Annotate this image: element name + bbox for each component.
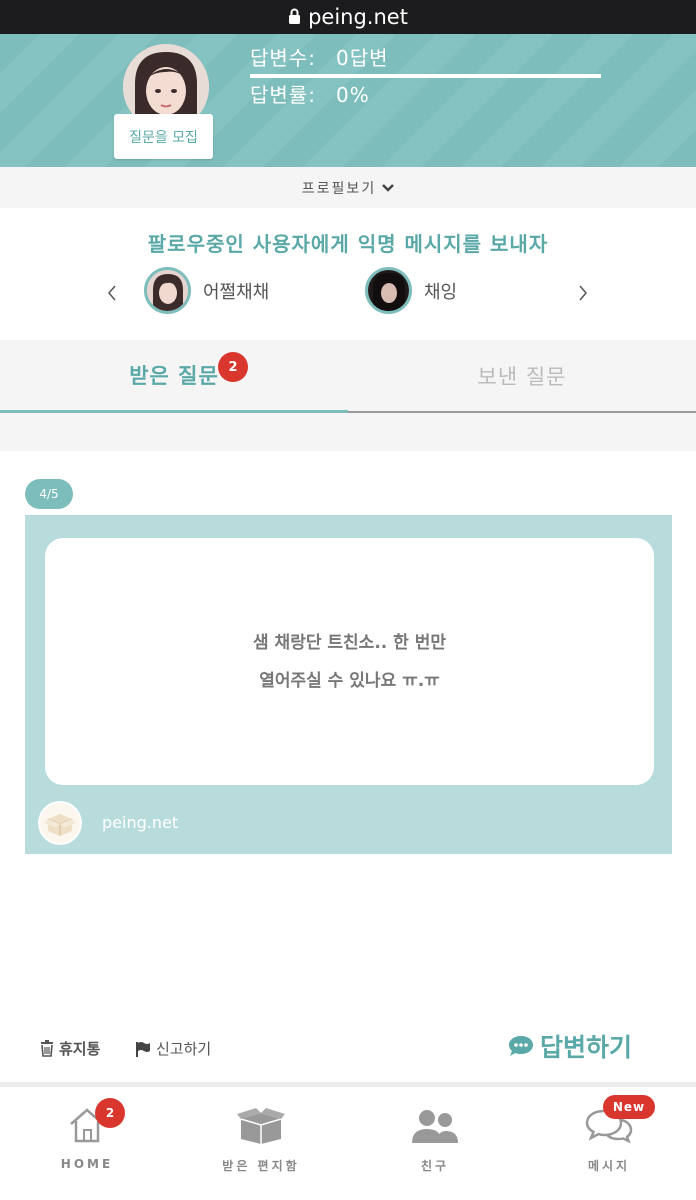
question-text-line: 열어주실 수 있나요 ㅠ.ㅠ <box>259 670 440 691</box>
nav-messages[interactable]: New 메시지 <box>522 1087 696 1200</box>
friend-name: 채잉 <box>424 281 458 303</box>
received-count-badge: 2 <box>218 352 248 382</box>
nav-inbox[interactable]: 받은 편지함 <box>174 1087 348 1200</box>
recruit-questions-button[interactable]: 질문을 모집 <box>114 114 213 159</box>
following-users-section: 팔로우중인 사용자에게 익명 메시지를 보내자 어쩔채채 채잉 <box>0 208 696 340</box>
question-counter: 4/5 <box>25 479 73 509</box>
answer-rate: 답변률: 0% <box>250 79 370 108</box>
home-count-badge: 2 <box>95 1098 125 1128</box>
browser-url-bar[interactable]: peing.net <box>0 0 696 34</box>
nav-inbox-label: 받은 편지함 <box>222 1159 300 1173</box>
answer-count: 답변수: 0답변 <box>250 42 389 71</box>
nav-friends[interactable]: 친구 <box>348 1087 522 1200</box>
section-divider <box>0 413 696 451</box>
question-card: 샘 채랑단 트친소.. 한 번만 열어주실 수 있나요 ㅠ.ㅠ peing.ne… <box>25 515 672 854</box>
profile-header: 질문을 모집 답변수: 0답변 답변률: 0% <box>0 34 696 167</box>
speech-bubble-icon <box>508 1034 534 1058</box>
tab-received-questions[interactable]: 받은 질문 <box>0 340 348 413</box>
url-text: peing.net <box>308 5 408 29</box>
nav-home[interactable]: 2 HOME <box>0 1087 174 1200</box>
question-tabs: 받은 질문 2 보낸 질문 <box>0 340 696 413</box>
answer-progress-bar <box>250 74 601 78</box>
view-profile-label: 프로필보기 <box>301 180 377 197</box>
tab-sent-label: 보낸 질문 <box>477 364 567 389</box>
answer-rate-value: 0% <box>336 83 370 107</box>
trash-button[interactable]: 휴지통 <box>40 1038 100 1059</box>
bottom-nav: 2 HOME 받은 편지함 친구 New 메시지 <box>0 1087 696 1200</box>
answer-count-label: 답변수: <box>250 46 316 70</box>
friends-icon <box>348 1105 522 1145</box>
friend-item[interactable]: 채잉 <box>365 267 457 314</box>
report-label: 신고하기 <box>156 1040 212 1058</box>
messages-new-badge: New <box>603 1095 655 1119</box>
friend-avatar <box>365 267 412 314</box>
report-button[interactable]: 신고하기 <box>135 1038 211 1059</box>
answer-rate-label: 답변률: <box>250 83 316 107</box>
chevron-down-icon <box>382 183 395 193</box>
tab-received-label: 받은 질문 <box>129 364 219 388</box>
card-site-label: peing.net <box>102 813 179 832</box>
nav-friends-label: 친구 <box>420 1159 450 1173</box>
chevron-left-icon[interactable] <box>107 283 117 307</box>
friend-item[interactable]: 어쩔채채 <box>144 267 269 314</box>
friend-name: 어쩔채채 <box>203 281 270 303</box>
trash-icon <box>40 1040 54 1057</box>
question-text-line: 샘 채랑단 트친소.. 한 번만 <box>253 632 446 653</box>
friend-avatar <box>144 267 191 314</box>
following-title: 팔로우중인 사용자에게 익명 메시지를 보내자 <box>147 232 549 256</box>
view-profile-toggle[interactable]: 프로필보기 <box>0 167 696 208</box>
trash-label: 휴지통 <box>59 1040 101 1058</box>
inbox-box-icon <box>174 1105 348 1145</box>
question-actions: 휴지통 신고하기 답변하기 <box>0 1022 696 1082</box>
home-icon <box>0 1105 174 1145</box>
question-body: 샘 채랑단 트친소.. 한 번만 열어주실 수 있나요 ㅠ.ㅠ <box>45 538 654 785</box>
reply-button[interactable]: 답변하기 <box>508 1028 632 1064</box>
flag-icon <box>135 1041 151 1057</box>
nav-home-label: HOME <box>60 1157 114 1171</box>
nav-messages-label: 메시지 <box>587 1159 631 1173</box>
reply-label: 답변하기 <box>540 1033 633 1062</box>
chevron-right-icon[interactable] <box>578 283 588 307</box>
lock-icon <box>288 5 301 29</box>
box-logo-icon <box>38 801 82 845</box>
tab-sent-questions[interactable]: 보낸 질문 <box>348 340 696 413</box>
answer-count-value: 0답변 <box>336 46 389 70</box>
